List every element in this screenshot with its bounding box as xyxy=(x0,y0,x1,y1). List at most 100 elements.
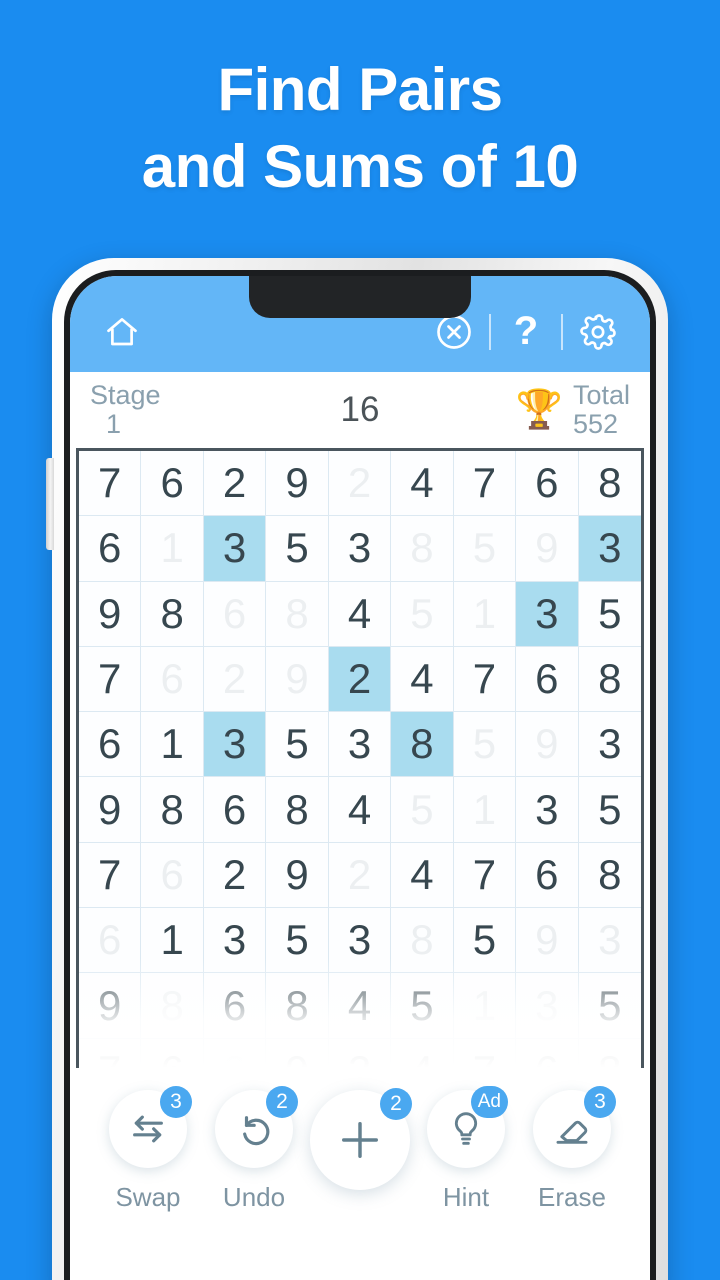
tool-swap-button[interactable]: 3 Swap xyxy=(96,1086,200,1213)
grid-cell[interactable]: 5 xyxy=(266,712,329,778)
grid-cell[interactable]: 9 xyxy=(516,908,579,974)
grid-cell[interactable]: 2 xyxy=(328,451,392,517)
grid-cell[interactable]: 6 xyxy=(516,646,579,713)
grid-cell[interactable]: 8 xyxy=(391,908,454,974)
grid-cell[interactable]: 7 xyxy=(79,646,142,713)
grid-cell[interactable]: 3 xyxy=(328,908,392,974)
grid-cell[interactable]: 1 xyxy=(141,712,204,778)
grid-cell[interactable]: 5 xyxy=(391,777,454,843)
grid-cell[interactable]: 8 xyxy=(266,777,329,843)
grid-cell[interactable]: 3 xyxy=(203,516,267,582)
grid-cell[interactable]: 2 xyxy=(203,842,267,909)
grid-cell[interactable]: 5 xyxy=(391,581,454,647)
grid-cell[interactable]: 6 xyxy=(79,908,142,974)
grid-cell[interactable]: 4 xyxy=(391,842,454,909)
grid-cell[interactable]: 8 xyxy=(141,777,204,843)
tool-undo-button[interactable]: 2 Undo xyxy=(202,1086,306,1213)
grid-cell[interactable]: 1 xyxy=(141,516,204,582)
grid-cell[interactable]: 6 xyxy=(516,1038,579,1068)
grid-cell[interactable]: 4 xyxy=(391,1038,454,1068)
grid-cell[interactable]: 6 xyxy=(203,973,267,1039)
grid-cell[interactable]: 9 xyxy=(516,516,579,582)
grid-cell[interactable]: 3 xyxy=(328,516,392,582)
grid-cell[interactable]: 4 xyxy=(391,646,454,713)
grid-cell[interactable]: 7 xyxy=(453,451,517,517)
grid-cell[interactable]: 6 xyxy=(516,451,579,517)
grid-cell[interactable]: 4 xyxy=(391,451,454,517)
grid-cell[interactable]: 5 xyxy=(578,581,641,647)
grid-cell[interactable]: 5 xyxy=(578,973,641,1039)
grid-cell[interactable]: 2 xyxy=(328,1038,392,1068)
grid-cell[interactable]: 5 xyxy=(391,973,454,1039)
grid-cell[interactable]: 2 xyxy=(328,646,392,713)
grid-cell[interactable]: 9 xyxy=(79,777,142,843)
grid-cell[interactable]: 9 xyxy=(266,646,329,713)
grid-cell[interactable]: 5 xyxy=(578,777,641,843)
grid-cell[interactable]: 3 xyxy=(516,973,579,1039)
grid-cell[interactable]: 7 xyxy=(79,1038,142,1068)
grid-cell[interactable]: 8 xyxy=(266,581,329,647)
grid-cell[interactable]: 4 xyxy=(328,973,392,1039)
grid-cell[interactable]: 8 xyxy=(391,712,454,778)
grid-cell[interactable]: 6 xyxy=(141,451,204,517)
grid-cell[interactable]: 5 xyxy=(453,516,517,582)
grid-cell[interactable]: 1 xyxy=(453,581,517,647)
grid-cell[interactable]: 7 xyxy=(453,842,517,909)
grid-cell[interactable]: 1 xyxy=(453,973,517,1039)
grid-cell[interactable]: 3 xyxy=(578,516,641,582)
grid-cell[interactable]: 3 xyxy=(203,908,267,974)
grid-cell[interactable]: 9 xyxy=(266,1038,329,1068)
grid-cell[interactable]: 7 xyxy=(79,842,142,909)
tool-badge: 2 xyxy=(380,1088,412,1120)
grid-cell[interactable]: 7 xyxy=(79,451,142,517)
grid-cell[interactable]: 2 xyxy=(203,451,267,517)
grid-cell[interactable]: 7 xyxy=(453,1038,517,1068)
grid-cell[interactable]: 5 xyxy=(266,516,329,582)
grid-cell[interactable]: 2 xyxy=(203,646,267,713)
grid-cell[interactable]: 9 xyxy=(266,451,329,517)
home-button[interactable] xyxy=(96,306,148,358)
help-button[interactable]: ? xyxy=(500,306,552,358)
grid-cell[interactable]: 3 xyxy=(328,712,392,778)
grid-cell[interactable]: 4 xyxy=(328,581,392,647)
grid-cell[interactable]: 1 xyxy=(453,777,517,843)
grid-cell[interactable]: 8 xyxy=(141,581,204,647)
grid-cell[interactable]: 6 xyxy=(141,842,204,909)
tool-add-button[interactable]: 2 xyxy=(308,1088,412,1204)
grid-cell[interactable]: 8 xyxy=(141,973,204,1039)
grid-cell[interactable]: 7 xyxy=(453,646,517,713)
grid-cell[interactable]: 8 xyxy=(578,842,641,909)
settings-button[interactable] xyxy=(572,306,624,358)
grid-cell[interactable]: 8 xyxy=(266,973,329,1039)
number-grid[interactable]: 7629247686135385939868451357629247686135… xyxy=(79,451,641,1068)
grid-cell[interactable]: 3 xyxy=(516,581,579,647)
grid-cell[interactable]: 8 xyxy=(578,646,641,713)
grid-cell[interactable]: 2 xyxy=(328,842,392,909)
grid-cell[interactable]: 3 xyxy=(203,712,267,778)
grid-cell[interactable]: 6 xyxy=(79,712,142,778)
grid-cell[interactable]: 5 xyxy=(453,712,517,778)
grid-cell[interactable]: 6 xyxy=(79,516,142,582)
tool-hint-button[interactable]: Ad Hint xyxy=(414,1086,518,1213)
grid-cell[interactable]: 2 xyxy=(203,1038,267,1068)
grid-cell[interactable]: 6 xyxy=(141,646,204,713)
grid-cell[interactable]: 3 xyxy=(578,908,641,974)
grid-cell[interactable]: 5 xyxy=(453,908,517,974)
grid-cell[interactable]: 3 xyxy=(578,712,641,778)
tool-erase-button[interactable]: 3 Erase xyxy=(520,1086,624,1213)
grid-cell[interactable]: 5 xyxy=(266,908,329,974)
grid-cell[interactable]: 4 xyxy=(328,777,392,843)
grid-cell[interactable]: 6 xyxy=(141,1038,204,1068)
grid-cell[interactable]: 3 xyxy=(516,777,579,843)
grid-cell[interactable]: 8 xyxy=(391,516,454,582)
grid-cell[interactable]: 8 xyxy=(578,451,641,517)
grid-cell[interactable]: 1 xyxy=(141,908,204,974)
grid-cell[interactable]: 6 xyxy=(203,777,267,843)
grid-cell[interactable]: 9 xyxy=(79,973,142,1039)
grid-cell[interactable]: 9 xyxy=(266,842,329,909)
grid-cell[interactable]: 6 xyxy=(203,581,267,647)
grid-cell[interactable]: 9 xyxy=(79,581,142,647)
grid-cell[interactable]: 8 xyxy=(578,1038,641,1068)
grid-cell[interactable]: 9 xyxy=(516,712,579,778)
grid-cell[interactable]: 6 xyxy=(516,842,579,909)
